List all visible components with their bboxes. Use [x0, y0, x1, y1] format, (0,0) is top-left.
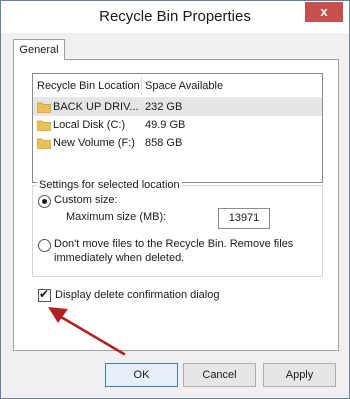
- recycle-bin-properties-window: Recycle Bin Properties x General Recycle…: [0, 0, 350, 399]
- close-icon: x: [320, 4, 328, 19]
- custom-size-radio[interactable]: [38, 195, 51, 208]
- column-header-location[interactable]: Recycle Bin Location: [37, 80, 140, 92]
- dont-move-files-label-line1[interactable]: Don't move files to the Recycle Bin. Rem…: [54, 238, 293, 250]
- list-header: Recycle Bin Location Space Available: [33, 74, 322, 98]
- space-available: 232 GB: [145, 101, 183, 113]
- max-size-input[interactable]: 13971: [218, 208, 270, 229]
- cancel-button[interactable]: Cancel: [183, 363, 256, 387]
- list-item[interactable]: Local Disk (C:) 49.9 GB: [33, 116, 322, 134]
- red-arrow-annotation: [48, 307, 126, 356]
- title-bar: Recycle Bin Properties x: [1, 1, 349, 33]
- settings-group-title: Settings for selected location: [37, 179, 182, 191]
- column-header-space[interactable]: Space Available: [145, 80, 223, 92]
- tab-label: General: [19, 44, 59, 56]
- apply-button[interactable]: Apply: [263, 363, 336, 387]
- space-available: 49.9 GB: [145, 119, 186, 131]
- location-name: Local Disk (C:): [53, 119, 126, 131]
- close-button[interactable]: x: [305, 2, 343, 22]
- custom-size-label[interactable]: Custom size:: [54, 194, 118, 206]
- tab-general[interactable]: General: [13, 39, 65, 60]
- location-name: BACK UP DRIV...: [53, 101, 139, 113]
- dont-move-files-radio[interactable]: [38, 239, 51, 252]
- list-item[interactable]: BACK UP DRIV... 232 GB: [33, 98, 322, 116]
- settings-groupbox: Settings for selected location Custom si…: [32, 179, 323, 277]
- space-available: 858 GB: [145, 137, 183, 149]
- list-item[interactable]: New Volume (F:) 858 GB: [33, 134, 322, 152]
- ok-button[interactable]: OK: [105, 363, 178, 387]
- dont-move-files-label-line2[interactable]: immediately when deleted.: [54, 252, 184, 264]
- recycle-bin-location-list[interactable]: Recycle Bin Location Space Available BAC…: [32, 73, 323, 183]
- folder-icon: [37, 102, 51, 113]
- column-divider[interactable]: [141, 76, 142, 95]
- folder-icon: [37, 120, 51, 131]
- window-title: Recycle Bin Properties: [99, 8, 251, 25]
- location-name: New Volume (F:): [53, 137, 135, 149]
- folder-icon: [37, 138, 51, 149]
- max-size-label: Maximum size (MB):: [66, 211, 167, 223]
